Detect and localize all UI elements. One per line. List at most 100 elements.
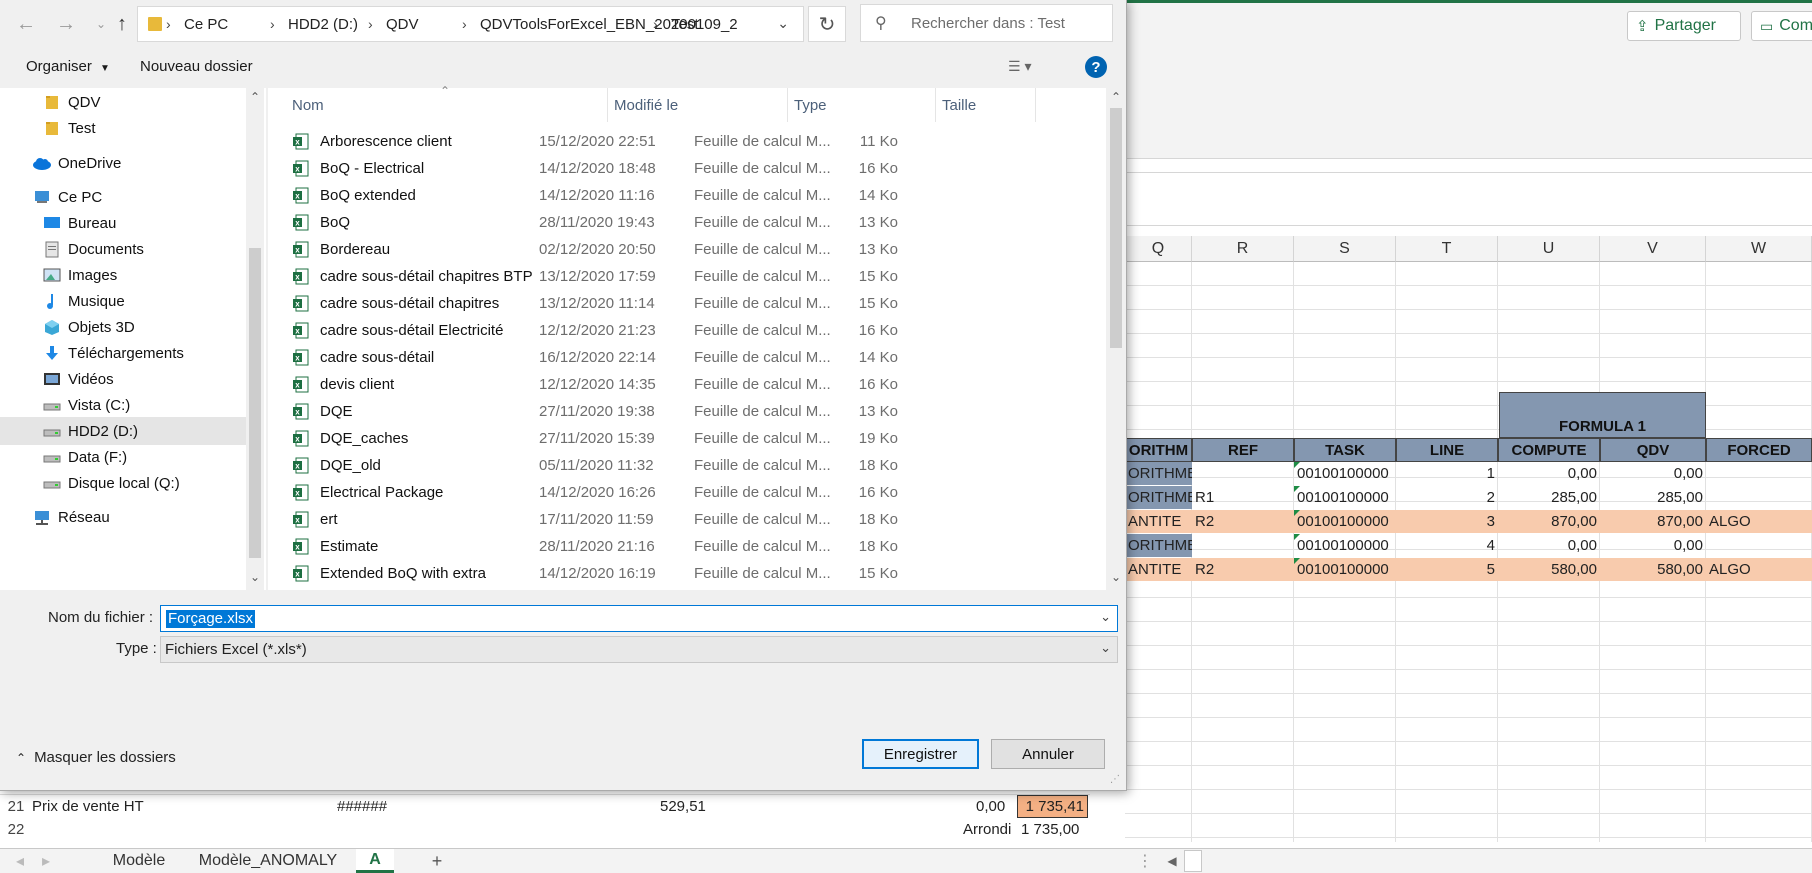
- file-row[interactable]: x BoQ 28/11/2020 19:43 Feuille de calcul M.…: [268, 209, 1096, 236]
- file-row[interactable]: x ert 17/11/2020 11:59 Feuille de calcul M.…: [268, 506, 1096, 533]
- nav-item[interactable]: Disque local (Q:): [0, 469, 246, 497]
- file-row[interactable]: x cadre sous-détail Electricité 12/12/2020…: [268, 317, 1096, 344]
- table-cell-qdv[interactable]: 285,00: [1600, 486, 1706, 509]
- chevron-right-icon[interactable]: ›: [462, 7, 467, 41]
- column-header[interactable]: S: [1294, 236, 1396, 262]
- nav-item[interactable]: Data (F:): [0, 443, 246, 471]
- cell-label[interactable]: Prix de vente HT: [32, 798, 144, 815]
- table-cell-forced[interactable]: [1706, 534, 1812, 557]
- file-row[interactable]: x Electrical Package 14/12/2020 16:26 Feuil…: [268, 479, 1096, 506]
- breadcrumb-item[interactable]: QDVToolsForExcel_EBN_20200109_2: [480, 7, 738, 41]
- chevron-right-icon[interactable]: ›: [166, 7, 171, 41]
- table-cell-forced[interactable]: ALGO: [1706, 558, 1812, 581]
- cell-value[interactable]: 529,51: [660, 798, 706, 815]
- filename-value[interactable]: Forçage.xlsx: [166, 610, 256, 628]
- chevron-down-icon[interactable]: ⌄: [1100, 640, 1111, 656]
- nav-item[interactable]: QDV: [0, 88, 246, 116]
- file-row[interactable]: x devis client 12/12/2020 14:35 Feuille de …: [268, 371, 1096, 398]
- chevron-right-icon[interactable]: ›: [270, 7, 275, 41]
- save-button[interactable]: Enregistrer: [862, 739, 979, 769]
- table-cell-task[interactable]: 00100100000: [1294, 558, 1396, 581]
- file-row[interactable]: x DQE_old 05/11/2020 11:32 Feuille de calcu…: [268, 452, 1096, 479]
- cell-value[interactable]: 1 735,00: [1021, 821, 1079, 838]
- cell-total[interactable]: 1 735,41: [1017, 795, 1088, 818]
- nav-item[interactable]: Test: [0, 114, 246, 142]
- comments-button[interactable]: ▭ Com: [1751, 11, 1812, 41]
- nav-item[interactable]: Vista (C:): [0, 391, 246, 419]
- breadcrumb-item[interactable]: HDD2 (D:): [288, 7, 358, 41]
- file-row[interactable]: x Bordereau 02/12/2020 20:50 Feuille de cal…: [268, 236, 1096, 263]
- address-dropdown-icon[interactable]: ⌄: [777, 15, 789, 32]
- nav-scroll-thumb[interactable]: [249, 248, 261, 558]
- column-header[interactable]: R: [1192, 236, 1294, 262]
- cell-label[interactable]: Arrondi: [963, 821, 1011, 838]
- table-cell-line[interactable]: 3: [1396, 510, 1498, 533]
- column-size[interactable]: Taille: [936, 88, 1036, 122]
- table-cell-ref[interactable]: R2: [1192, 510, 1294, 533]
- file-row[interactable]: x DQE 27/11/2020 19:38 Feuille de calcul M.…: [268, 398, 1096, 425]
- table-cell-ref[interactable]: [1192, 534, 1294, 557]
- table-cell-algo[interactable]: ANTITE: [1125, 510, 1192, 533]
- refresh-icon[interactable]: ↻: [808, 6, 846, 42]
- hscroll-left-icon[interactable]: ◀: [1162, 849, 1182, 873]
- table-cell-algo[interactable]: ORITHME: [1125, 534, 1192, 557]
- resize-grip-icon[interactable]: ⋰: [1110, 774, 1120, 785]
- sheet-tab[interactable]: Modèle: [98, 849, 180, 873]
- sheet-tab[interactable]: Modèle_ANOMALY: [188, 849, 348, 873]
- table-cell-line[interactable]: 5: [1396, 558, 1498, 581]
- file-row[interactable]: x Estimate 28/11/2020 21:16 Feuille de calc…: [268, 533, 1096, 560]
- chevron-right-icon[interactable]: ›: [368, 7, 373, 41]
- back-arrow-icon[interactable]: ←: [12, 10, 40, 38]
- share-button[interactable]: ⇪ Partager: [1627, 11, 1741, 41]
- up-arrow-icon[interactable]: ↑: [108, 10, 136, 38]
- nav-item[interactable]: Téléchargements: [0, 339, 246, 367]
- scroll-up-icon[interactable]: ⌃: [1111, 90, 1121, 104]
- table-cell-qdv[interactable]: 0,00: [1600, 534, 1706, 557]
- table-cell-task[interactable]: 00100100000: [1294, 534, 1396, 557]
- column-header[interactable]: W: [1706, 236, 1812, 262]
- table-header-cell[interactable]: ORITHM: [1125, 438, 1192, 462]
- nav-scrollbar[interactable]: ⌃ ⌄: [246, 88, 264, 590]
- filename-field[interactable]: Forçage.xlsx ⌄: [160, 605, 1118, 632]
- file-row[interactable]: x cadre sous-détail 16/12/2020 22:14 Feuill…: [268, 344, 1096, 371]
- table-cell-algo[interactable]: ORITHME: [1125, 486, 1192, 509]
- table-cell-line[interactable]: 1: [1396, 462, 1498, 485]
- breadcrumb-item[interactable]: QDV: [386, 7, 419, 41]
- column-header[interactable]: Q: [1125, 236, 1192, 262]
- file-row[interactable]: x cadre sous-détail chapitres 13/12/2020 1…: [268, 290, 1096, 317]
- nav-item[interactable]: OneDrive: [0, 149, 246, 177]
- address-bar[interactable]: › Ce PC › HDD2 (D:) › QDV › QDVToolsForExcel_EB…: [137, 6, 804, 42]
- formula-group-header[interactable]: FORMULA 1: [1499, 392, 1706, 438]
- file-row[interactable]: x BoQ extended 14/12/2020 11:16 Feuille de …: [268, 182, 1096, 209]
- file-row[interactable]: x BoQ - Electrical 14/12/2020 18:48 Feuille…: [268, 155, 1096, 182]
- table-header-cell[interactable]: FORCED: [1706, 438, 1812, 462]
- nav-item[interactable]: Objets 3D: [0, 313, 246, 341]
- tab-scroll-right-icon[interactable]: ▸: [36, 849, 56, 873]
- table-cell-forced[interactable]: ALGO: [1706, 510, 1812, 533]
- add-sheet-icon[interactable]: +: [424, 849, 450, 873]
- file-row[interactable]: x DQE_caches 27/11/2020 15:39 Feuille de ca…: [268, 425, 1096, 452]
- table-cell-compute[interactable]: 0,00: [1498, 534, 1600, 557]
- table-cell-compute[interactable]: 285,00: [1498, 486, 1600, 509]
- column-header[interactable]: V: [1600, 236, 1706, 262]
- nav-item[interactable]: Réseau: [0, 503, 246, 531]
- cancel-button[interactable]: Annuler: [991, 739, 1105, 769]
- table-cell-task[interactable]: 00100100000: [1294, 486, 1396, 509]
- table-cell-ref[interactable]: [1192, 462, 1294, 485]
- scroll-up-icon[interactable]: ⌃: [250, 90, 260, 104]
- view-options-icon[interactable]: ☰ ▾: [1008, 58, 1031, 75]
- breadcrumb-item[interactable]: Ce PC: [184, 7, 228, 41]
- table-cell-forced[interactable]: [1706, 486, 1812, 509]
- nav-item[interactable]: Musique: [0, 287, 246, 315]
- hscroll-thumb[interactable]: [1184, 850, 1202, 872]
- new-folder-button[interactable]: Nouveau dossier: [140, 58, 253, 75]
- breadcrumb-item[interactable]: Test: [671, 7, 699, 41]
- file-scroll-thumb[interactable]: [1110, 108, 1122, 348]
- table-header-cell[interactable]: COMPUTE: [1498, 438, 1600, 462]
- type-select[interactable]: Fichiers Excel (*.xls*) ⌄: [160, 636, 1118, 663]
- chevron-down-icon[interactable]: ⌄: [1100, 609, 1111, 625]
- table-cell-forced[interactable]: [1706, 462, 1812, 485]
- nav-item[interactable]: HDD2 (D:): [0, 417, 246, 445]
- column-header[interactable]: T: [1396, 236, 1498, 262]
- nav-item[interactable]: Ce PC: [0, 183, 246, 211]
